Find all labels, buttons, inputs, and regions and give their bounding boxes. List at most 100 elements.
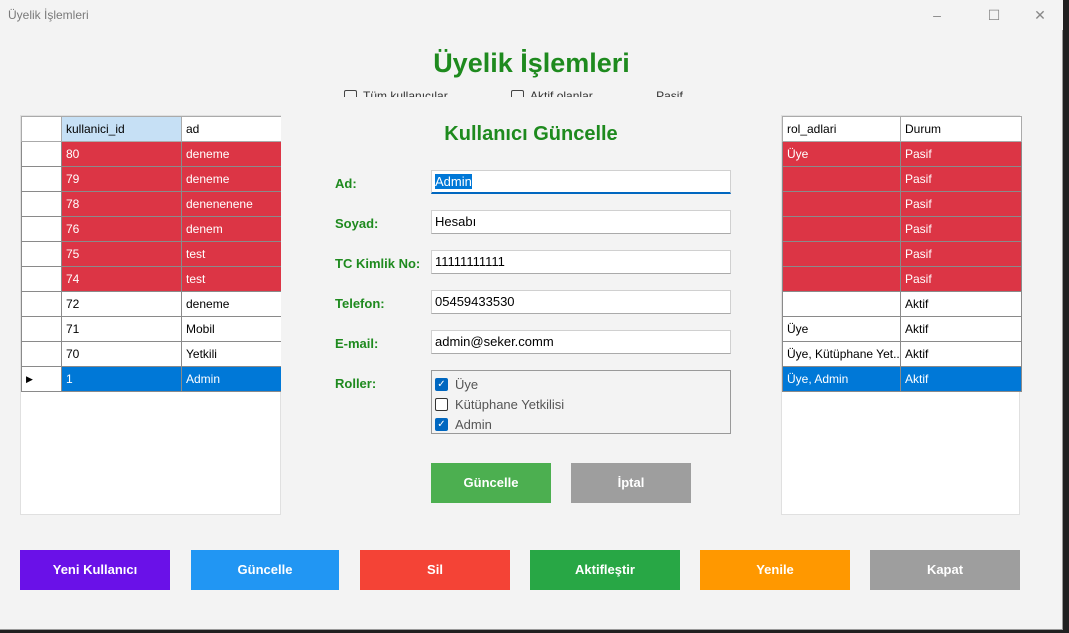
role-uye[interactable]: ✓ Üye (432, 374, 730, 394)
column-header-rol-adlari[interactable]: rol_adlari (782, 116, 901, 142)
cell-kullanici-id[interactable]: 71 (61, 316, 182, 342)
cell-ad[interactable]: denem (181, 216, 283, 242)
refresh-button[interactable]: Yenile (700, 550, 850, 590)
table-row[interactable]: Pasif (782, 266, 1022, 292)
cell-durum[interactable]: Aktif (900, 366, 1022, 392)
soyad-field[interactable]: Hesabı (431, 210, 731, 234)
cell-kullanici-id[interactable]: 1 (61, 366, 182, 392)
table-row[interactable]: Üye Aktif (782, 316, 1022, 342)
cell-durum[interactable]: Aktif (900, 316, 1022, 342)
users-grid-right[interactable]: rol_adlari Durum Üye Pasif Pasif Pasif Pasif… (781, 115, 1022, 515)
users-grid-left[interactable]: kullanici_id ad 80 deneme 79 deneme 78 denene… (20, 115, 283, 515)
cell-kullanici-id[interactable]: 79 (61, 166, 182, 192)
cell-kullanici-id[interactable]: 80 (61, 141, 182, 167)
row-header[interactable] (21, 341, 62, 367)
cell-durum[interactable]: Pasif (900, 141, 1022, 167)
cell-durum[interactable]: Aktif (900, 341, 1022, 367)
cell-rol-adlari[interactable]: Üye, Admin (782, 366, 901, 392)
table-row[interactable]: 70 Yetkili (21, 341, 283, 367)
cell-rol-adlari[interactable] (782, 216, 901, 242)
table-row[interactable]: 72 deneme (21, 291, 283, 317)
new-user-button[interactable]: Yeni Kullanıcı (20, 550, 170, 590)
checkbox-checked-icon[interactable]: ✓ (435, 377, 448, 391)
cell-rol-adlari[interactable]: Üye, Kütüphane Yet... (782, 341, 901, 367)
cell-kullanici-id[interactable]: 70 (61, 341, 182, 367)
maximize-button[interactable]: ☐ (972, 4, 1016, 26)
title-bar[interactable]: Üyelik İşlemleri – ☐ ✕ (0, 0, 1063, 30)
filter-all[interactable]: Tüm kullanıcılar (344, 89, 448, 97)
column-header-durum[interactable]: Durum (900, 116, 1022, 142)
cell-rol-adlari[interactable] (782, 191, 901, 217)
cell-ad[interactable]: Yetkili (181, 341, 283, 367)
minimize-button[interactable]: – (915, 4, 959, 26)
tc-field[interactable]: 11111111111 (431, 250, 731, 274)
row-header[interactable] (21, 266, 62, 292)
cell-kullanici-id[interactable]: 76 (61, 216, 182, 242)
cell-rol-adlari[interactable] (782, 266, 901, 292)
table-row[interactable]: Üye Pasif (782, 141, 1022, 167)
cell-durum[interactable]: Pasif (900, 266, 1022, 292)
cell-kullanici-id[interactable]: 75 (61, 241, 182, 267)
cell-rol-adlari[interactable]: Üye (782, 316, 901, 342)
panel-update-button[interactable]: Güncelle (431, 463, 551, 503)
table-row[interactable]: ▶ 1 Admin (21, 366, 283, 392)
close-app-button[interactable]: Kapat (870, 550, 1020, 590)
panel-cancel-button[interactable]: İptal (571, 463, 691, 503)
row-header[interactable] (21, 141, 62, 167)
table-row[interactable]: Pasif (782, 216, 1022, 242)
cell-ad[interactable]: test (181, 241, 283, 267)
checkbox-unchecked-icon[interactable] (435, 397, 448, 411)
row-header[interactable] (21, 166, 62, 192)
table-row[interactable]: Pasif (782, 241, 1022, 267)
table-row[interactable]: 79 deneme (21, 166, 283, 192)
telefon-field[interactable]: 05459433530 (431, 290, 731, 314)
table-row[interactable]: 71 Mobil (21, 316, 283, 342)
cell-ad[interactable]: test (181, 266, 283, 292)
cell-kullanici-id[interactable]: 74 (61, 266, 182, 292)
delete-button[interactable]: Sil (360, 550, 510, 590)
checkbox-checked-icon[interactable]: ✓ (435, 417, 448, 431)
cell-ad[interactable]: denenenene (181, 191, 283, 217)
activate-button[interactable]: Aktifleştir (530, 550, 680, 590)
cell-durum[interactable]: Pasif (900, 191, 1022, 217)
row-header[interactable] (21, 216, 62, 242)
role-admin[interactable]: ✓ Admin (432, 414, 730, 434)
roles-checklist[interactable]: ✓ Üye Kütüphane Yetkilisi ✓ Admin (431, 370, 731, 434)
cell-rol-adlari[interactable] (782, 166, 901, 192)
table-row[interactable]: 76 denem (21, 216, 283, 242)
close-button[interactable]: ✕ (1018, 4, 1062, 26)
cell-durum[interactable]: Pasif (900, 166, 1022, 192)
table-row[interactable]: Aktif (782, 291, 1022, 317)
row-header[interactable] (21, 241, 62, 267)
row-header[interactable] (21, 291, 62, 317)
cell-durum[interactable]: Aktif (900, 291, 1022, 317)
role-kutuphane-yetkilisi[interactable]: Kütüphane Yetkilisi (432, 394, 730, 414)
update-button[interactable]: Güncelle (191, 550, 339, 590)
cell-ad[interactable]: deneme (181, 291, 283, 317)
table-row[interactable]: 75 test (21, 241, 283, 267)
table-row[interactable]: Pasif (782, 166, 1022, 192)
table-row[interactable]: Üye, Admin Aktif (782, 366, 1022, 392)
cell-rol-adlari[interactable] (782, 241, 901, 267)
column-header-kullanici-id[interactable]: kullanici_id (61, 116, 182, 142)
cell-ad[interactable]: Admin (181, 366, 283, 392)
table-row[interactable]: 80 deneme (21, 141, 283, 167)
cell-kullanici-id[interactable]: 78 (61, 191, 182, 217)
cell-ad[interactable]: Mobil (181, 316, 283, 342)
table-row[interactable]: Üye, Kütüphane Yet... Aktif (782, 341, 1022, 367)
row-header[interactable] (21, 191, 62, 217)
cell-rol-adlari[interactable] (782, 291, 901, 317)
cell-ad[interactable]: deneme (181, 166, 283, 192)
table-row[interactable]: Pasif (782, 191, 1022, 217)
cell-rol-adlari[interactable]: Üye (782, 141, 901, 167)
ad-field[interactable]: Admin (431, 170, 731, 194)
email-field[interactable]: admin@seker.comm (431, 330, 731, 354)
current-row-arrow-icon[interactable]: ▶ (21, 366, 62, 392)
table-row[interactable]: 78 denenenene (21, 191, 283, 217)
column-header-ad[interactable]: ad (181, 116, 283, 142)
cell-durum[interactable]: Pasif (900, 216, 1022, 242)
filter-active[interactable]: Aktif olanlar (511, 89, 593, 97)
cell-ad[interactable]: deneme (181, 141, 283, 167)
cell-kullanici-id[interactable]: 72 (61, 291, 182, 317)
cell-durum[interactable]: Pasif (900, 241, 1022, 267)
